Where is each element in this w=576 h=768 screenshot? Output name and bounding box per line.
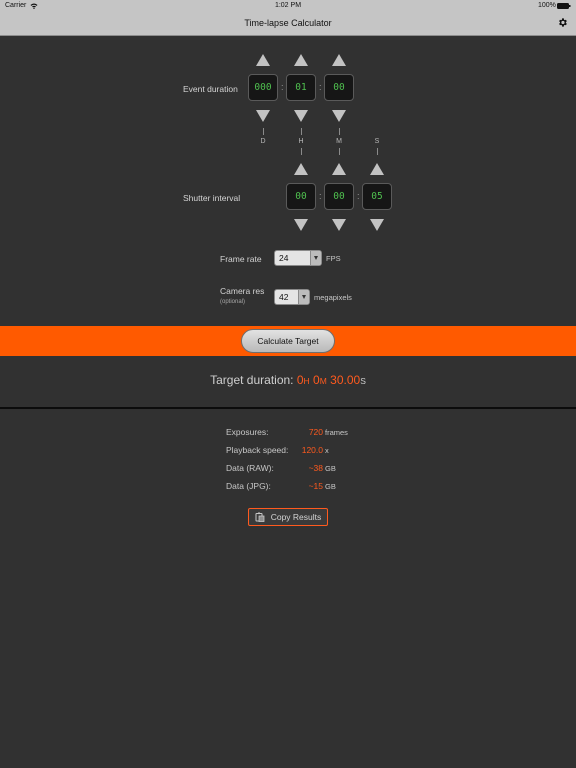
result-label-raw: Data (RAW): [226, 463, 274, 473]
hours-decrement-arrow[interactable] [294, 110, 308, 122]
unit-letter-seconds: S [374, 138, 380, 145]
interval-frames-field[interactable]: 05 [362, 183, 392, 210]
camera-res-value: 42 [279, 292, 289, 302]
hours-increment-arrow[interactable] [294, 54, 308, 66]
frame-rate-value: 24 [279, 253, 289, 263]
result-unit-raw: GB [325, 464, 336, 473]
minutes-decrement-arrow[interactable] [332, 110, 346, 122]
result-unit-jpg: GB [325, 482, 336, 491]
result-label-jpg: Data (JPG): [226, 481, 271, 491]
chevron-down-icon [310, 251, 321, 265]
frame-rate-unit: FPS [326, 254, 341, 263]
colon-separator: : [357, 191, 360, 201]
interval-seconds-increment-arrow[interactable] [332, 163, 346, 175]
camera-res-label: Camera res [220, 286, 265, 296]
camera-res-optional-label: (optional) [220, 299, 246, 305]
interval-frames-increment-arrow[interactable] [370, 163, 384, 175]
status-time: 1:02 PM [274, 2, 302, 9]
interval-minutes-increment-arrow[interactable] [294, 163, 308, 175]
page-title: Time-lapse Calculator [244, 18, 332, 28]
copy-results-button[interactable]: Copy Results [248, 508, 328, 526]
unit-tick [377, 148, 378, 155]
result-label-playback: Playback speed: [226, 445, 289, 455]
battery-percent: 100% [538, 2, 556, 9]
gear-icon[interactable] [557, 17, 568, 28]
shutter-interval-label: Shutter interval [183, 193, 241, 203]
result-unit-playback: x [325, 446, 329, 455]
unit-tick [263, 128, 264, 135]
target-minutes-unit: M [319, 376, 327, 386]
target-duration-line: Target duration: 0H 0M 30.00S [0, 373, 576, 387]
interval-seconds-decrement-arrow[interactable] [332, 219, 346, 231]
result-value-raw: ~38 [308, 463, 323, 473]
frame-rate-select[interactable]: 24 [274, 250, 322, 266]
target-hours-value: 0 [296, 373, 304, 387]
event-hours-field[interactable]: 01 [286, 74, 316, 101]
unit-tick [339, 148, 340, 155]
unit-letter-minutes: M [336, 138, 342, 145]
event-duration-label: Event duration [183, 84, 238, 94]
result-value-exposures: 720 [308, 427, 323, 437]
frame-rate-label: Frame rate [220, 254, 262, 264]
target-seconds-value: 30.00 [330, 373, 361, 387]
target-hours-unit: H [303, 376, 310, 386]
result-value-jpg: ~15 [308, 481, 323, 491]
unit-letter-hours: H [298, 138, 304, 145]
battery-icon [557, 3, 571, 9]
unit-tick [301, 148, 302, 155]
interval-seconds-field[interactable]: 00 [324, 183, 354, 210]
colon-separator: : [319, 82, 322, 92]
target-minutes-value: 0 [313, 373, 320, 387]
event-minutes-field[interactable]: 00 [324, 74, 354, 101]
result-unit-exposures: frames [325, 428, 348, 437]
interval-frames-decrement-arrow[interactable] [370, 219, 384, 231]
interval-minutes-decrement-arrow[interactable] [294, 219, 308, 231]
chevron-down-icon [298, 290, 309, 304]
interval-minutes-field[interactable]: 00 [286, 183, 316, 210]
clipboard-icon [255, 512, 265, 522]
minutes-increment-arrow[interactable] [332, 54, 346, 66]
result-value-playback: 120.0 [301, 445, 323, 455]
unit-tick [339, 128, 340, 135]
colon-separator: : [319, 191, 322, 201]
unit-tick [301, 128, 302, 135]
target-seconds-unit: S [360, 376, 366, 386]
copy-results-label: Copy Results [270, 512, 322, 522]
calculate-target-button[interactable]: Calculate Target [241, 329, 335, 353]
days-decrement-arrow[interactable] [256, 110, 270, 122]
camera-res-select[interactable]: 42 [274, 289, 310, 305]
camera-res-unit: megapixels [314, 293, 352, 302]
unit-letter-days: D [260, 138, 266, 145]
top-bar: Carrier 1:02 PM 100% Time-lapse Calculat… [0, 0, 576, 36]
days-increment-arrow[interactable] [256, 54, 270, 66]
section-divider [0, 407, 576, 409]
result-label-exposures: Exposures: [226, 427, 269, 437]
target-duration-label: Target duration: [210, 373, 294, 387]
event-days-field[interactable]: 000 [248, 74, 278, 101]
colon-separator: : [281, 82, 284, 92]
